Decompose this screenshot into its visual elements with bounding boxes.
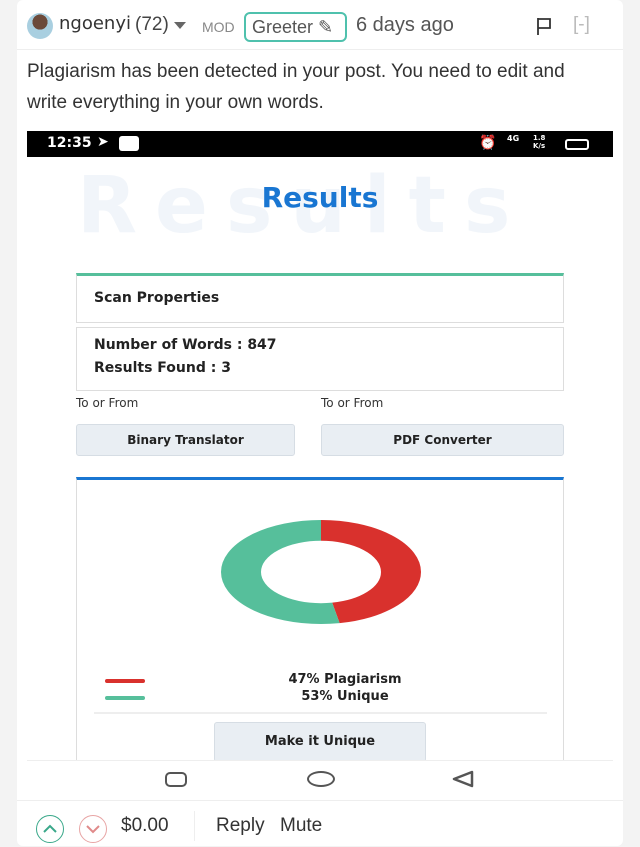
chart-box: 47% Plagiarism 53% Unique Make it Unique	[76, 477, 564, 777]
word-count: Number of Words : 847	[94, 337, 277, 353]
results-found: Results Found : 3	[94, 360, 231, 376]
scan-properties-heading: Scan Properties	[94, 290, 220, 306]
payout[interactable]: $0.00	[121, 815, 169, 837]
username[interactable]: ngoenyi	[59, 13, 131, 34]
chevron-up-icon	[43, 824, 57, 833]
results-title: Results	[261, 181, 379, 214]
make-unique-button[interactable]: Make it Unique	[214, 722, 426, 762]
legend-unique: 53% Unique	[301, 689, 389, 704]
phone-status-bar: 12:35 ➤ ⏰ 4G 1.8 K/s	[27, 131, 613, 157]
upvote-button[interactable]	[36, 815, 64, 843]
scan-stats-box: Number of Words : 847 Results Found : 3	[76, 327, 564, 391]
to-from-label: To or From	[321, 396, 384, 410]
greeter-badge: Greeter ✎	[244, 12, 347, 42]
phone-nav-bar	[27, 760, 613, 800]
flag-icon[interactable]	[535, 16, 553, 36]
network-label: 4G	[507, 134, 520, 143]
attached-screenshot: 12:35 ➤ ⏰ 4G 1.8 K/s Results Results Sca…	[27, 131, 613, 800]
binary-translator-button[interactable]: Binary Translator	[76, 424, 295, 456]
speed-label: 1.8 K/s	[533, 134, 546, 150]
comment-card: ngoenyi (72) MOD Greeter ✎ 6 days ago [-…	[17, 0, 623, 846]
comment-footer: $0.00 Reply Mute	[17, 800, 623, 846]
legend-plagiarism: 47% Plagiarism	[288, 672, 402, 687]
reply-link[interactable]: Reply	[216, 815, 265, 837]
collapse-button[interactable]: [-]	[573, 14, 590, 36]
battery-icon	[565, 139, 589, 150]
badge-label: Greeter	[252, 17, 314, 37]
divider	[194, 811, 195, 841]
comment-body: Plagiarism has been detected in your pos…	[27, 61, 565, 113]
downvote-button[interactable]	[79, 815, 107, 843]
to-from-label: To or From	[76, 396, 139, 410]
telegram-icon: ➤	[97, 134, 109, 150]
back-icon[interactable]	[451, 770, 475, 788]
comment-header: ngoenyi (72) MOD Greeter ✎ 6 days ago [-…	[17, 0, 623, 50]
home-icon[interactable]	[307, 771, 335, 787]
chevron-down-icon	[86, 825, 100, 834]
reputation: (72)	[135, 14, 169, 35]
app-icon	[119, 136, 139, 151]
scan-properties-box: Scan Properties	[76, 273, 564, 323]
recents-icon[interactable]	[165, 772, 187, 787]
pencil-icon: ✎	[318, 17, 334, 37]
mute-link[interactable]: Mute	[280, 815, 322, 837]
pdf-converter-button[interactable]: PDF Converter	[321, 424, 564, 456]
role-label: MOD	[202, 19, 235, 35]
timestamp[interactable]: 6 days ago	[356, 14, 454, 37]
alarm-icon: ⏰	[479, 135, 497, 151]
avatar[interactable]	[27, 13, 53, 39]
chevron-down-icon[interactable]	[174, 22, 186, 29]
status-time: 12:35	[47, 135, 92, 151]
